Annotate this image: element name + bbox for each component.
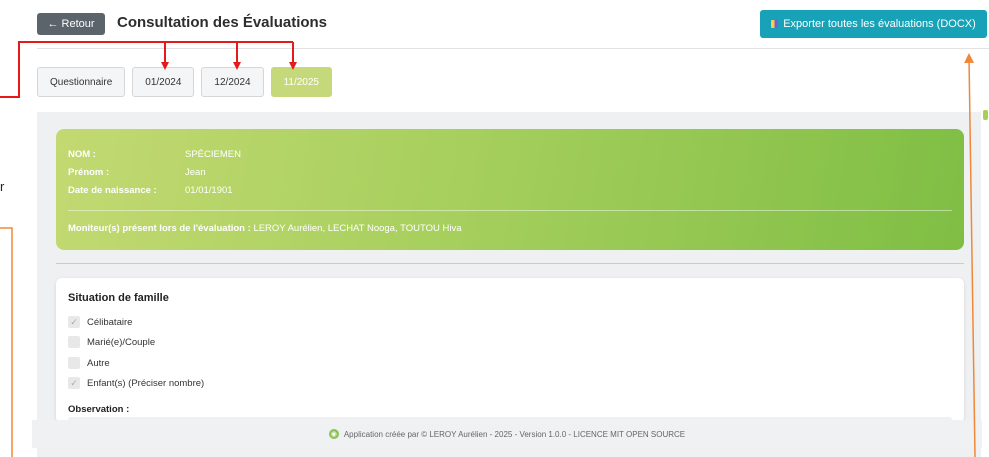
app-root: ← Retour Consultation des Évaluations Ex… <box>0 0 989 457</box>
annotation-overlay <box>0 41 976 457</box>
red-arrow-group <box>0 41 297 98</box>
red-connector-line <box>0 41 293 98</box>
orange-bracket-line <box>0 227 13 457</box>
annotation-fragment: r <box>0 179 5 194</box>
orange-arrow-export <box>964 53 976 457</box>
